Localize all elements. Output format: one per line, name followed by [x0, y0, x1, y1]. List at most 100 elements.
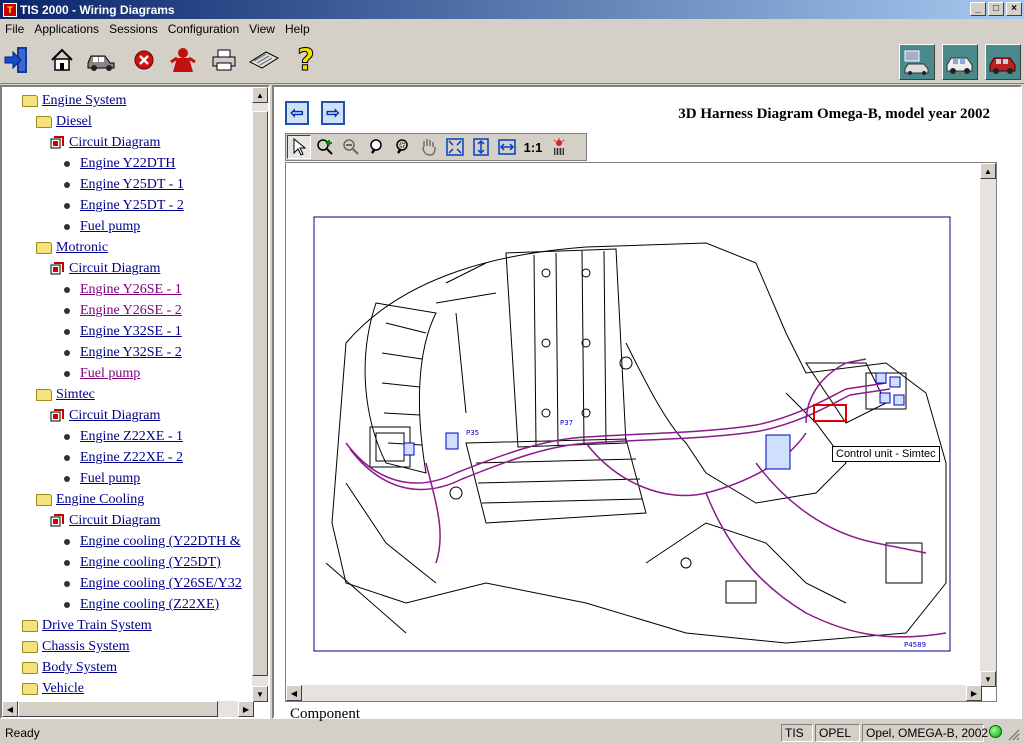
tree-link[interactable]: Engine Cooling [56, 492, 144, 508]
tree-link[interactable]: Engine Y25DT - 1 [80, 177, 184, 193]
viewer-horizontal-scrollbar[interactable]: ◀ ▶ [286, 685, 982, 701]
tree-link[interactable]: Simtec [56, 387, 95, 403]
menu-applications[interactable]: Applications [29, 22, 104, 36]
tree-folder[interactable]: Body System [22, 658, 117, 678]
tree-link[interactable]: Fuel pump [80, 366, 140, 382]
select-arrow-icon[interactable] [287, 135, 311, 159]
tree-horizontal-scrollbar[interactable]: ◀ ▶ [2, 701, 254, 717]
scroll-left-button[interactable]: ◀ [2, 701, 18, 717]
tree-link[interactable]: Engine cooling (Y25DT) [80, 555, 221, 571]
scroll-thumb[interactable] [252, 111, 268, 676]
tree-link[interactable]: Engine Y32SE - 1 [80, 324, 182, 340]
fit-width-icon[interactable] [495, 135, 519, 159]
tree-item[interactable]: Engine Y25DT - 2 [64, 196, 184, 216]
tree-item[interactable]: Engine Y22DTH [64, 154, 176, 174]
vehicle-list-icon[interactable] [942, 44, 978, 80]
tree-link[interactable]: Engine cooling (Y26SE/Y32 [80, 576, 242, 592]
tree-folder[interactable]: Drive Train System [22, 616, 152, 636]
menu-configuration[interactable]: Configuration [163, 22, 244, 36]
maximize-button[interactable]: □ [988, 2, 1004, 16]
tree-item[interactable]: Engine Y32SE - 2 [64, 343, 182, 363]
tree-link[interactable]: Engine Y26SE - 2 [80, 303, 182, 319]
fit-height-icon[interactable] [469, 135, 493, 159]
tree-folder[interactable]: Motronic [36, 238, 108, 258]
keyboard-icon[interactable] [248, 44, 280, 76]
tree-link[interactable]: Engine Y32SE - 2 [80, 345, 182, 361]
viewer-scroll-left[interactable]: ◀ [286, 685, 302, 701]
viewer-scroll-up[interactable]: ▲ [980, 163, 996, 179]
tree-link[interactable]: Engine Y22DTH [80, 156, 176, 172]
tree-link[interactable]: Fuel pump [80, 219, 140, 235]
tree-link[interactable]: Engine cooling (Y22DTH & [80, 534, 241, 550]
menu-view[interactable]: View [244, 22, 280, 36]
tree-link[interactable]: Diesel [56, 114, 92, 130]
tree-link[interactable]: Circuit Diagram [69, 135, 160, 151]
tree-link[interactable]: Circuit Diagram [69, 261, 160, 277]
menu-help[interactable]: Help [280, 22, 315, 36]
tree-vertical-scrollbar[interactable]: ▲ ▼ [252, 87, 268, 702]
vehicle-icon[interactable] [85, 44, 117, 76]
exit-icon[interactable] [2, 44, 34, 76]
tree-link[interactable]: Engine cooling (Z22XE) [80, 597, 219, 613]
tree-item[interactable]: Fuel pump [64, 364, 140, 384]
title-bar[interactable]: T TIS 2000 - Wiring Diagrams _ □ × [0, 0, 1024, 19]
tree-folder[interactable]: Engine System [22, 91, 126, 111]
tree-link[interactable]: Circuit Diagram [69, 408, 160, 424]
tree-link[interactable]: Engine Y26SE - 1 [80, 282, 182, 298]
viewer-scroll-down[interactable]: ▼ [980, 671, 996, 687]
actual-size-icon[interactable]: 1:1 [521, 135, 545, 159]
resize-grip-icon[interactable] [1006, 727, 1020, 741]
tree-item[interactable]: Engine Y26SE - 2 [64, 301, 182, 321]
fit-all-icon[interactable] [443, 135, 467, 159]
zoom-icon[interactable] [365, 135, 389, 159]
pan-hand-icon[interactable] [417, 135, 441, 159]
tree-item[interactable]: Engine cooling (Z22XE) [64, 595, 219, 615]
tree-link[interactable]: Engine System [42, 93, 126, 109]
tree-diagram-node[interactable]: Circuit Diagram [50, 259, 160, 279]
viewer-vertical-scrollbar[interactable]: ▲ ▼ [980, 163, 996, 687]
tree-folder[interactable]: Simtec [36, 385, 95, 405]
tree-folder[interactable]: Diesel [36, 112, 92, 132]
user-icon[interactable] [167, 44, 199, 76]
tree-link[interactable]: Engine Z22XE - 1 [80, 429, 183, 445]
h-scroll-thumb[interactable] [18, 701, 218, 717]
viewer-scroll-right[interactable]: ▶ [966, 685, 982, 701]
tree-link[interactable]: Engine Y25DT - 2 [80, 198, 184, 214]
tree-link[interactable]: Motronic [56, 240, 108, 256]
zoom-in-icon[interactable] [313, 135, 337, 159]
tree-link[interactable]: Engine Z22XE - 2 [80, 450, 183, 466]
scroll-down-button[interactable]: ▼ [252, 686, 268, 702]
tree-diagram-node[interactable]: Circuit Diagram [50, 133, 160, 153]
harness-diagram[interactable]: P35 P37 P4589 [286, 163, 982, 687]
tree-item[interactable]: Engine cooling (Y25DT) [64, 553, 221, 573]
tree-link[interactable]: Fuel pump [80, 471, 140, 487]
tree-item[interactable]: Engine Y25DT - 1 [64, 175, 184, 195]
zoom-window-icon[interactable] [391, 135, 415, 159]
vehicle-view-icon[interactable] [985, 44, 1021, 80]
tree-item[interactable]: Engine Y32SE - 1 [64, 322, 182, 342]
scroll-up-button[interactable]: ▲ [252, 87, 268, 103]
tree-item[interactable]: Engine Y26SE - 1 [64, 280, 182, 300]
help-icon[interactable]: ? [290, 42, 322, 78]
vehicle-select-icon[interactable] [899, 44, 935, 80]
zoom-out-icon[interactable] [339, 135, 363, 159]
tree-diagram-node[interactable]: Circuit Diagram [50, 406, 160, 426]
tree-folder[interactable]: Chassis System [22, 637, 130, 657]
tree-item[interactable]: Engine Z22XE - 2 [64, 448, 183, 468]
tree-folder[interactable]: Engine Cooling [36, 490, 144, 510]
tree-link[interactable]: Circuit Diagram [69, 513, 160, 529]
tree-folder[interactable]: Vehicle [22, 679, 84, 699]
tree-item[interactable]: Engine Z22XE - 1 [64, 427, 183, 447]
tree-item[interactable]: Engine cooling (Y22DTH & [64, 532, 241, 552]
back-button[interactable]: ⇦ [285, 101, 309, 125]
stop-icon[interactable] [128, 44, 160, 76]
tree-item[interactable]: Engine cooling (Y26SE/Y32 [64, 574, 242, 594]
tree-link[interactable]: Vehicle [42, 681, 84, 697]
diagram-viewer[interactable]: P35 P37 P4589 Control unit - Simtec ▲ ▼ … [285, 162, 997, 702]
tree-diagram-node[interactable]: Circuit Diagram [50, 511, 160, 531]
print-icon[interactable] [208, 44, 240, 76]
forward-button[interactable]: ⇨ [321, 101, 345, 125]
minimize-button[interactable]: _ [970, 2, 986, 16]
menu-sessions[interactable]: Sessions [104, 22, 163, 36]
tree-item[interactable]: Fuel pump [64, 217, 140, 237]
